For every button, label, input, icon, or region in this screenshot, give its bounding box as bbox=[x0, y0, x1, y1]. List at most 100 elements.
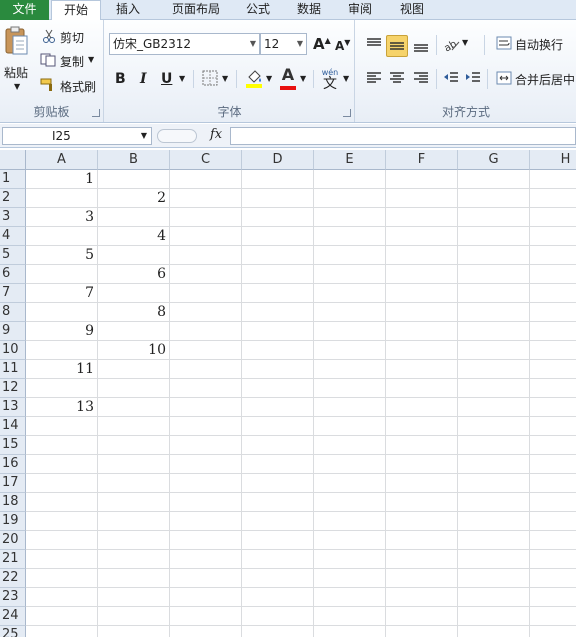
cell-f16[interactable] bbox=[386, 455, 458, 474]
cell-c22[interactable] bbox=[170, 569, 242, 588]
cell-a18[interactable] bbox=[26, 493, 98, 512]
row-header-9[interactable]: 9 bbox=[0, 322, 26, 341]
font-name-select[interactable]: 仿宋_GB2312 ▼ bbox=[109, 33, 260, 55]
formula-input[interactable] bbox=[230, 127, 576, 145]
cell-g18[interactable] bbox=[458, 493, 530, 512]
cell-g15[interactable] bbox=[458, 436, 530, 455]
column-header-b[interactable]: B bbox=[98, 150, 170, 170]
row-header-15[interactable]: 15 bbox=[0, 436, 26, 455]
cell-e12[interactable] bbox=[314, 379, 386, 398]
cell-d13[interactable] bbox=[242, 398, 314, 417]
cell-c21[interactable] bbox=[170, 550, 242, 569]
cell-h19[interactable] bbox=[530, 512, 576, 531]
cell-a8[interactable] bbox=[26, 303, 98, 322]
cell-b11[interactable] bbox=[98, 360, 170, 379]
cell-e25[interactable] bbox=[314, 626, 386, 637]
row-header-24[interactable]: 24 bbox=[0, 607, 26, 626]
cell-g21[interactable] bbox=[458, 550, 530, 569]
cell-a13[interactable]: 13 bbox=[26, 398, 98, 417]
cell-d4[interactable] bbox=[242, 227, 314, 246]
fill-color-icon[interactable] bbox=[245, 67, 263, 89]
cell-a3[interactable]: 3 bbox=[26, 208, 98, 227]
cell-g7[interactable] bbox=[458, 284, 530, 303]
cell-a24[interactable] bbox=[26, 607, 98, 626]
row-header-5[interactable]: 5 bbox=[0, 246, 26, 265]
merge-center-button[interactable]: 合并后居中 bbox=[515, 71, 575, 88]
row-header-3[interactable]: 3 bbox=[0, 208, 26, 227]
cell-d17[interactable] bbox=[242, 474, 314, 493]
cell-h20[interactable] bbox=[530, 531, 576, 550]
text-orientation-icon[interactable]: ab bbox=[442, 35, 460, 53]
cell-g19[interactable] bbox=[458, 512, 530, 531]
cell-f1[interactable] bbox=[386, 170, 458, 189]
cell-c7[interactable] bbox=[170, 284, 242, 303]
tab-file[interactable]: 文件 bbox=[0, 0, 49, 20]
cell-h2[interactable] bbox=[530, 189, 576, 208]
cell-b25[interactable] bbox=[98, 626, 170, 637]
cell-c9[interactable] bbox=[170, 322, 242, 341]
align-top-icon[interactable] bbox=[365, 35, 383, 53]
cell-g2[interactable] bbox=[458, 189, 530, 208]
cell-f3[interactable] bbox=[386, 208, 458, 227]
cell-h12[interactable] bbox=[530, 379, 576, 398]
column-header-a[interactable]: A bbox=[26, 150, 98, 170]
cell-h14[interactable] bbox=[530, 417, 576, 436]
cell-d21[interactable] bbox=[242, 550, 314, 569]
paste-dropdown-icon[interactable]: ▼ bbox=[14, 82, 20, 91]
tab-data[interactable]: 数据 bbox=[289, 0, 329, 20]
name-box[interactable]: I25 ▼ bbox=[2, 127, 152, 145]
cell-g17[interactable] bbox=[458, 474, 530, 493]
cell-d23[interactable] bbox=[242, 588, 314, 607]
cell-g23[interactable] bbox=[458, 588, 530, 607]
italic-button[interactable]: I bbox=[140, 71, 147, 87]
cell-f7[interactable] bbox=[386, 284, 458, 303]
row-header-8[interactable]: 8 bbox=[0, 303, 26, 322]
cell-e10[interactable] bbox=[314, 341, 386, 360]
cell-g9[interactable] bbox=[458, 322, 530, 341]
cell-d7[interactable] bbox=[242, 284, 314, 303]
paste-button[interactable]: 粘贴 bbox=[4, 64, 28, 81]
cell-g12[interactable] bbox=[458, 379, 530, 398]
column-header-g[interactable]: G bbox=[458, 150, 530, 170]
column-header-f[interactable]: F bbox=[386, 150, 458, 170]
cell-b1[interactable] bbox=[98, 170, 170, 189]
cell-c14[interactable] bbox=[170, 417, 242, 436]
phonetic-dropdown-icon[interactable]: ▼ bbox=[343, 74, 349, 83]
cell-c11[interactable] bbox=[170, 360, 242, 379]
cell-f4[interactable] bbox=[386, 227, 458, 246]
cell-f15[interactable] bbox=[386, 436, 458, 455]
cell-g8[interactable] bbox=[458, 303, 530, 322]
select-all-corner[interactable] bbox=[0, 150, 26, 170]
cell-g13[interactable] bbox=[458, 398, 530, 417]
cell-a10[interactable] bbox=[26, 341, 98, 360]
row-header-16[interactable]: 16 bbox=[0, 455, 26, 474]
cell-b9[interactable] bbox=[98, 322, 170, 341]
row-header-22[interactable]: 22 bbox=[0, 569, 26, 588]
cell-d20[interactable] bbox=[242, 531, 314, 550]
tab-home[interactable]: 开始 bbox=[51, 0, 101, 21]
cell-a25[interactable] bbox=[26, 626, 98, 637]
cell-f2[interactable] bbox=[386, 189, 458, 208]
underline-dropdown-icon[interactable]: ▼ bbox=[179, 74, 185, 83]
font-color-dropdown-icon[interactable]: ▼ bbox=[300, 74, 306, 83]
cell-d9[interactable] bbox=[242, 322, 314, 341]
cell-d15[interactable] bbox=[242, 436, 314, 455]
fill-color-dropdown-icon[interactable]: ▼ bbox=[266, 74, 272, 83]
cell-c16[interactable] bbox=[170, 455, 242, 474]
cell-e9[interactable] bbox=[314, 322, 386, 341]
cell-g5[interactable] bbox=[458, 246, 530, 265]
copy-dropdown-icon[interactable]: ▼ bbox=[88, 55, 94, 64]
insert-function-icon[interactable]: fx bbox=[210, 127, 222, 142]
row-header-4[interactable]: 4 bbox=[0, 227, 26, 246]
cell-c15[interactable] bbox=[170, 436, 242, 455]
cell-h4[interactable] bbox=[530, 227, 576, 246]
tab-insert[interactable]: 插入 bbox=[108, 0, 148, 20]
row-header-14[interactable]: 14 bbox=[0, 417, 26, 436]
clipboard-launcher-icon[interactable] bbox=[92, 109, 100, 117]
cell-c18[interactable] bbox=[170, 493, 242, 512]
cell-e14[interactable] bbox=[314, 417, 386, 436]
cell-g16[interactable] bbox=[458, 455, 530, 474]
cell-e18[interactable] bbox=[314, 493, 386, 512]
cell-e15[interactable] bbox=[314, 436, 386, 455]
cell-c23[interactable] bbox=[170, 588, 242, 607]
